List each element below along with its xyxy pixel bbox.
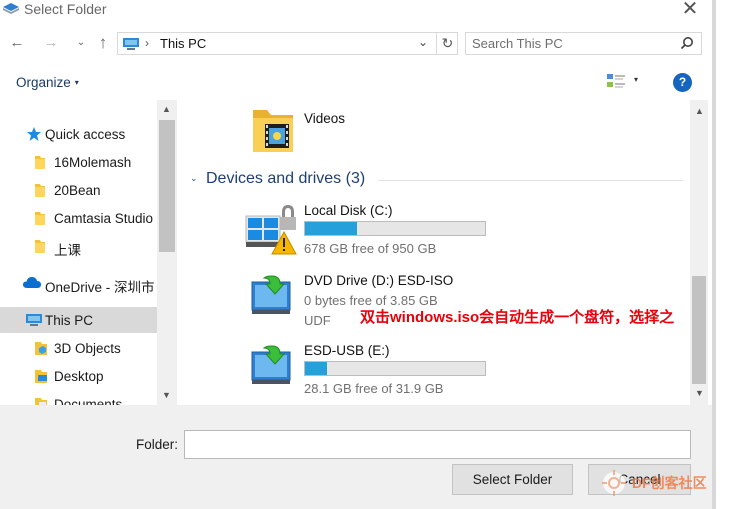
folder-icon [34,238,46,257]
scroll-up-button[interactable]: ▲ [695,106,704,116]
chevron-down-icon: ⌄ [190,173,198,183]
nav-item-this-pc[interactable]: This PC [0,307,157,333]
file-list-scrollbar[interactable]: ▲ ▼ [690,100,708,405]
help-button[interactable]: ? [673,73,692,92]
organize-caret-icon: ▾ [74,78,79,87]
dialog-icon [2,2,20,16]
search-icon[interactable] [680,36,694,53]
videos-folder-item[interactable]: Videos [248,102,448,156]
refresh-button[interactable]: ↻ [436,33,458,54]
drive-filesystem: UDF [304,313,331,328]
nav-item-label: OneDrive - 深圳市 [45,280,155,295]
navigation-bar: ← → ⌄ ↑ › This PC ⌄ ↻ [0,28,712,62]
organize-label: Organize [16,75,71,90]
nav-item-label: 3D Objects [54,341,121,356]
scrollbar-thumb[interactable] [692,276,706,384]
nav-item-20bean[interactable]: 20Bean [0,177,157,203]
back-button[interactable]: ← [6,32,28,54]
file-list: Videos ⌄ Devices and drives (3) Local Di… [178,100,690,405]
nav-item-label: Documents [54,397,123,405]
cancel-button[interactable]: Cancel [588,464,691,495]
change-view-button[interactable]: ▾ [606,73,646,91]
scroll-up-button[interactable]: ▲ [162,104,171,114]
scroll-down-button[interactable]: ▼ [695,388,704,398]
windows-drive-locked-icon [244,202,300,261]
dvd-drive-icon [250,272,294,319]
select-folder-button[interactable]: Select Folder [452,464,573,495]
title-bar: Select Folder ✕ [0,0,712,20]
scroll-down-button[interactable]: ▼ [162,390,171,400]
recent-locations-button[interactable]: ⌄ [70,32,92,54]
nav-item-documents[interactable]: Documents [0,391,157,405]
videos-folder-icon [251,104,295,157]
nav-item-shangke[interactable]: 上课 [0,233,157,259]
drive-name: DVD Drive (D:) ESD-ISO [304,273,454,288]
usb-drive-icon [250,342,294,389]
group-divider [378,180,683,181]
capacity-bar [304,221,486,236]
drive-item-e[interactable]: ESD-USB (E:) 28.1 GB free of 31.9 GB [238,340,668,400]
organize-menu[interactable]: Organize ▾ [16,75,79,90]
view-caret-icon: ▾ [634,75,639,84]
nav-pane-scrollbar[interactable]: ▲ ▼ [157,100,177,405]
window-title: Select Folder [24,1,107,17]
cloud-icon [22,275,42,292]
annotation-text: 双击windows.iso会自动生成一个盘符，选择之 [360,309,675,326]
nav-item-desktop[interactable]: Desktop [0,363,157,389]
folder-input[interactable] [184,430,691,459]
drive-item-c[interactable]: Local Disk (C:) 678 GB free of 950 GB [238,200,668,260]
close-button[interactable]: ✕ [676,0,704,20]
nav-item-label: 上课 [54,243,81,258]
documents-icon [34,396,48,405]
navigation-pane: Quick access 16Molemash 20Bean Camtasia … [0,100,178,405]
drive-free-space: 28.1 GB free of 31.9 GB [304,381,444,396]
drive-free-space: 678 GB free of 950 GB [304,241,437,256]
details-view-icon [607,74,625,88]
desktop-icon [34,368,48,387]
folder-icon [34,182,46,201]
nav-item-16molemash[interactable]: 16Molemash [0,149,157,175]
nav-item-label: Desktop [54,369,104,384]
breadcrumb-this-pc[interactable]: This PC [160,36,206,51]
address-bar[interactable]: › This PC ⌄ ↻ [117,32,458,55]
folder-label: Folder: [136,437,179,452]
nav-item-onedrive[interactable]: OneDrive - 深圳市 [0,270,157,296]
drive-name: Local Disk (C:) [304,203,393,218]
address-dropdown-button[interactable]: ⌄ [418,35,428,49]
up-button[interactable]: ↑ [92,32,114,54]
star-icon [26,126,42,145]
capacity-fill [305,222,358,235]
bottom-panel: Folder: Select Folder Cancel [0,405,712,509]
drive-name: ESD-USB (E:) [304,343,390,358]
group-title: Devices and drives (3) [206,170,366,187]
search-box[interactable] [465,32,702,55]
pc-icon [25,312,43,331]
breadcrumb-separator: › [145,36,149,50]
folder-icon [34,154,46,173]
nav-item-camtasia-studio[interactable]: Camtasia Studio [0,205,157,231]
devices-and-drives-header[interactable]: ⌄ Devices and drives (3) [188,170,683,190]
background-edge [712,0,750,509]
videos-folder-label: Videos [304,111,346,126]
pc-icon [122,37,140,54]
folder-icon [34,210,46,229]
nav-item-label: This PC [45,313,94,328]
3d-objects-icon [34,340,48,359]
command-bar: Organize ▾ ▾ ? [0,66,712,98]
nav-item-label: 16Molemash [54,155,132,170]
nav-item-quick-access[interactable]: Quick access [0,121,157,147]
search-input[interactable] [472,35,672,52]
scrollbar-thumb[interactable] [159,120,175,252]
nav-item-label: Quick access [45,127,126,142]
capacity-fill [305,362,327,375]
capacity-bar [304,361,486,376]
nav-item-label: 20Bean [54,183,101,198]
nav-item-label: Camtasia Studio [54,211,154,226]
forward-button[interactable]: → [40,32,62,54]
nav-item-3d-objects[interactable]: 3D Objects [0,335,157,361]
